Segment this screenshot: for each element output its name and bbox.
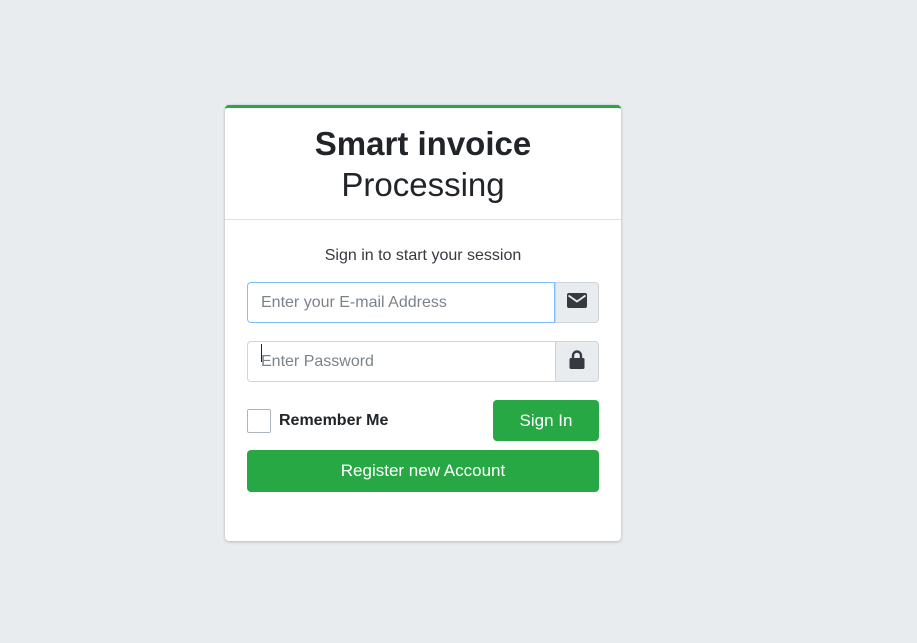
text-caret — [261, 344, 262, 362]
card-header: Smart invoice Processing — [225, 108, 621, 220]
remember-me[interactable]: Remember Me — [247, 408, 389, 433]
password-addon — [555, 341, 599, 382]
envelope-icon — [567, 292, 587, 313]
sign-in-button[interactable]: Sign In — [493, 400, 599, 441]
email-input[interactable] — [247, 282, 555, 323]
card-body: Sign in to start your session Enter your… — [225, 246, 621, 492]
email-addon — [555, 282, 599, 323]
remember-label: Remember Me — [279, 411, 389, 429]
password-input-group — [247, 341, 599, 382]
login-box-message: Sign in to start your session — [324, 247, 522, 264]
register-button[interactable]: Register new Account — [247, 450, 599, 492]
app-title-light: Processing — [341, 166, 505, 203]
actions-row: Remember Me Sign In — [247, 400, 599, 441]
login-card: Smart invoice Processing Sign in to star… — [225, 105, 621, 541]
lock-icon — [569, 349, 585, 374]
password-input[interactable] — [247, 341, 555, 382]
app-title-strong: Smart invoice — [314, 125, 532, 162]
email-input-group — [247, 282, 599, 323]
remember-checkbox[interactable] — [247, 408, 271, 433]
